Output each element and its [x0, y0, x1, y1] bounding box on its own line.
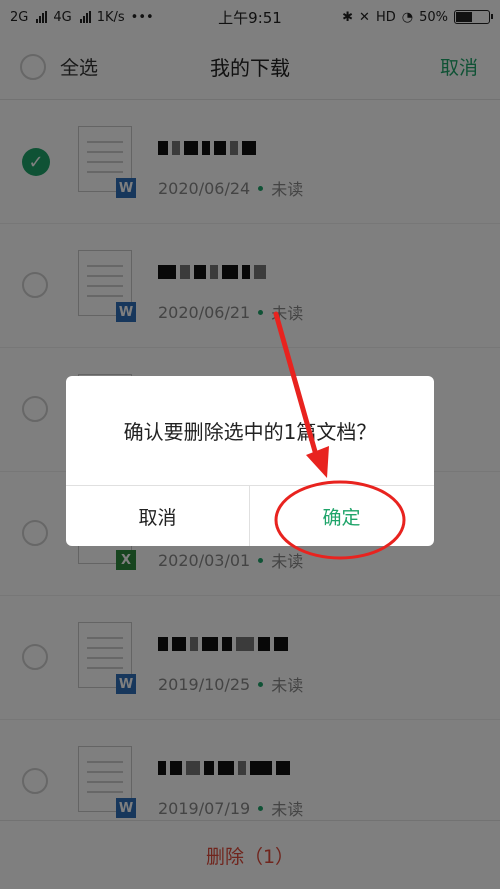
- dialog-cancel-button[interactable]: 取消: [66, 486, 249, 546]
- dialog-message: 确认要删除选中的1篇文档？: [123, 420, 377, 444]
- confirm-delete-dialog: 确认要删除选中的1篇文档？ 取消 确定: [66, 376, 434, 546]
- dialog-confirm-button[interactable]: 确定: [250, 486, 433, 546]
